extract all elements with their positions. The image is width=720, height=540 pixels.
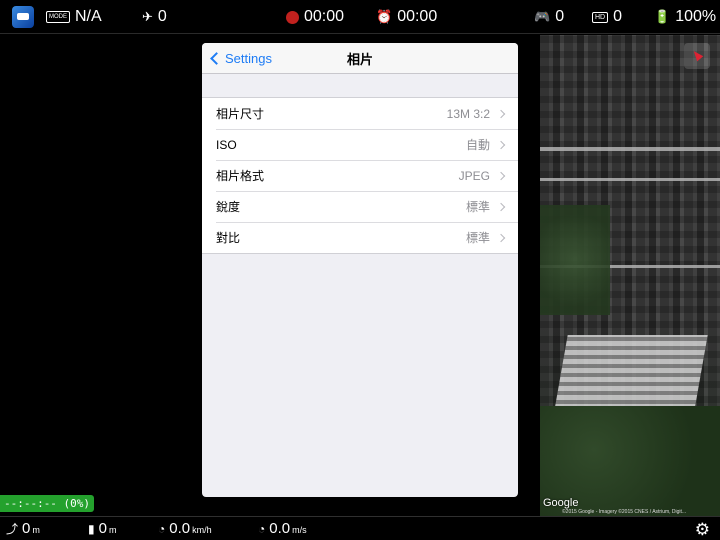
setting-label: 銳度 [216, 200, 241, 214]
chevron-right-icon [496, 171, 506, 180]
horizontal-speed-readout: ◔ 0.0 km/h [158, 517, 212, 540]
chevron-left-icon [210, 52, 223, 65]
chevron-right-icon [496, 202, 506, 211]
recording-time: 00:00 [304, 8, 345, 25]
app-icon[interactable] [12, 6, 34, 28]
settings-list: 相片尺寸 13M 3:2 ISO 自動 相片格式 JPEG 銳度 標準 對比 標… [202, 97, 518, 254]
distance-unit: m [32, 525, 40, 535]
height-readout: ▮ 0 m [88, 517, 116, 540]
horizontal-speed-value: 0.0 [169, 520, 191, 537]
setting-value: 標準 [465, 231, 490, 245]
vertical-speed-unit: m/s [292, 525, 307, 535]
battery-icon: 🔋 [654, 9, 671, 24]
horizontal-speed-icon: ◔ [158, 522, 166, 536]
remote-controller-icon: 🎮 [534, 9, 551, 24]
google-logo: Google [543, 497, 579, 509]
setting-row-sharpness[interactable]: 銳度 標準 [202, 191, 518, 222]
setting-label: 對比 [216, 231, 241, 245]
top-status-bar: MODE N/A ✈ 0 00:00 ⏰ 00:00 🎮 0 HD 0 🔋 10… [0, 0, 720, 34]
photo-settings-panel: Settings 相片 相片尺寸 13M 3:2 ISO 自動 相片格式 JPE… [202, 43, 518, 497]
battery-status: 🔋 100% [654, 0, 716, 34]
setting-label: 相片尺寸 [216, 107, 265, 121]
flight-mode-value: N/A [75, 8, 102, 25]
setting-value: 標準 [465, 200, 490, 214]
setting-row-photo-format[interactable]: 相片格式 JPEG [202, 160, 518, 191]
flight-mode: MODE N/A [46, 0, 102, 34]
distance-icon: ⤴ [6, 522, 19, 536]
storage-remaining-badge: --:--:-- (0%) [0, 495, 94, 512]
back-button-label: Settings [225, 51, 272, 66]
height-unit: m [108, 525, 117, 535]
app-home-button[interactable] [12, 0, 34, 34]
setting-value: 自動 [465, 138, 490, 152]
distance-readout: ⤴ 0 m [6, 517, 40, 540]
map-road [540, 147, 720, 151]
setting-row-iso[interactable]: ISO 自動 [202, 129, 518, 160]
back-button[interactable]: Settings [210, 43, 272, 74]
satellite-icon: ✈ [142, 9, 153, 24]
vertical-speed-value: 0.0 [269, 520, 291, 537]
map-view[interactable]: Google ©2015 Google - Imagery ©2015 CNES… [540, 35, 720, 516]
setting-label: ISO [216, 137, 237, 152]
hd-signal-icon: HD [592, 11, 609, 23]
record-dot-icon [286, 10, 299, 24]
horizontal-speed-unit: km/h [192, 525, 212, 535]
controller-signal-value: 0 [555, 8, 565, 25]
map-forest [540, 205, 610, 315]
panel-nav-bar: Settings 相片 [202, 43, 518, 74]
gear-icon[interactable]: ⚙ [695, 520, 710, 540]
map-credit: ©2015 Google - Imagery ©2015 CNES / Astr… [562, 509, 687, 515]
chevron-right-icon [496, 140, 506, 149]
setting-value: JPEG [458, 168, 490, 183]
bottom-telemetry-bar: ⤴ 0 m ▮ 0 m ◔ 0.0 km/h ◔ 0.0 m/s ⚙ [0, 516, 720, 540]
timer-status: ⏰ 00:00 [376, 0, 437, 34]
chevron-right-icon [496, 109, 506, 118]
distance-value: 0 [22, 520, 31, 537]
compass-icon[interactable] [684, 43, 710, 69]
height-value: 0 [98, 520, 107, 537]
vertical-speed-readout: ◔ 0.0 m/s [258, 517, 307, 540]
recording-status: 00:00 [286, 0, 344, 34]
setting-row-photo-size[interactable]: 相片尺寸 13M 3:2 [202, 98, 518, 129]
alarm-clock-icon: ⏰ [376, 9, 393, 24]
timer-time: 00:00 [397, 8, 438, 25]
setting-label: 相片格式 [216, 169, 265, 183]
map-road [540, 178, 720, 181]
setting-value: 13M 3:2 [446, 106, 490, 121]
setting-row-contrast[interactable]: 對比 標準 [202, 222, 518, 253]
hd-signal-value: 0 [613, 8, 623, 25]
height-icon: ▮ [88, 522, 95, 536]
satellite-count: 0 [157, 8, 167, 25]
hd-signal: HD 0 [592, 0, 622, 34]
controller-signal: 🎮 0 [534, 0, 564, 34]
satellite-status: ✈ 0 [142, 0, 167, 34]
mode-icon: MODE [46, 11, 70, 23]
vertical-speed-icon: ◔ [258, 522, 266, 536]
battery-value: 100% [675, 8, 717, 25]
chevron-right-icon [496, 233, 506, 242]
